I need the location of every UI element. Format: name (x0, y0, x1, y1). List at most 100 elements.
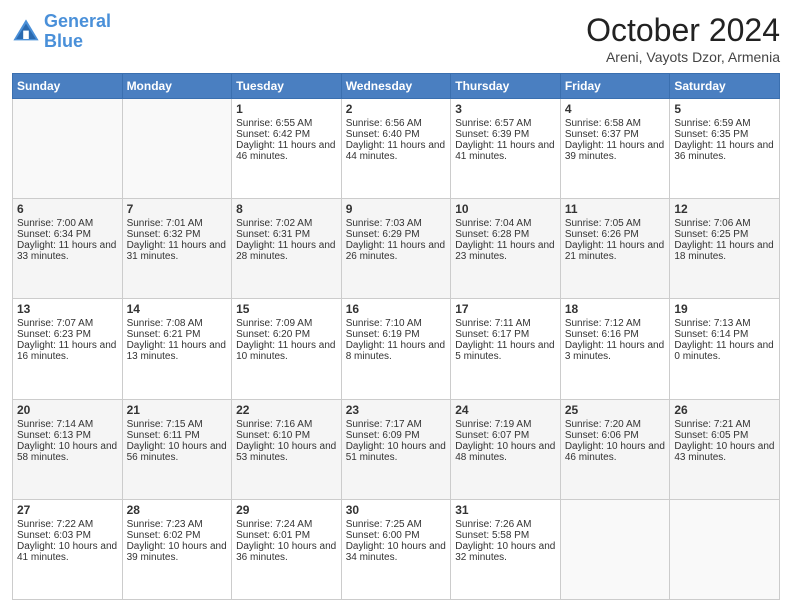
sunset-text: Sunset: 6:37 PM (565, 129, 666, 140)
sunset-text: Sunset: 6:21 PM (127, 329, 228, 340)
calendar-cell (670, 499, 780, 599)
day-number: 18 (565, 302, 666, 316)
day-header-monday: Monday (122, 74, 232, 99)
daylight-text: Daylight: 10 hours and 51 minutes. (346, 441, 447, 463)
calendar-cell: 9Sunrise: 7:03 AMSunset: 6:29 PMDaylight… (341, 199, 451, 299)
sunrise-text: Sunrise: 7:20 AM (565, 419, 666, 430)
day-header-tuesday: Tuesday (232, 74, 342, 99)
daylight-text: Daylight: 11 hours and 0 minutes. (674, 340, 775, 362)
day-number: 25 (565, 403, 666, 417)
calendar-cell: 6Sunrise: 7:00 AMSunset: 6:34 PMDaylight… (13, 199, 123, 299)
day-number: 6 (17, 202, 118, 216)
sunrise-text: Sunrise: 7:05 AM (565, 218, 666, 229)
daylight-text: Daylight: 10 hours and 39 minutes. (127, 541, 228, 563)
daylight-text: Daylight: 10 hours and 46 minutes. (565, 441, 666, 463)
sunset-text: Sunset: 6:05 PM (674, 430, 775, 441)
day-number: 3 (455, 102, 556, 116)
day-number: 24 (455, 403, 556, 417)
sunset-text: Sunset: 6:32 PM (127, 229, 228, 240)
calendar-week-1: 1Sunrise: 6:55 AMSunset: 6:42 PMDaylight… (13, 99, 780, 199)
sunset-text: Sunset: 6:14 PM (674, 329, 775, 340)
daylight-text: Daylight: 11 hours and 36 minutes. (674, 140, 775, 162)
calendar-cell: 13 Sunrise: 7:07 AMSunset: 6:23 PMDayligh… (13, 299, 123, 399)
calendar-cell: 10Sunrise: 7:04 AMSunset: 6:28 PMDayligh… (451, 199, 561, 299)
sunset-text: Sunset: 6:16 PM (565, 329, 666, 340)
day-number: 14 (127, 302, 228, 316)
calendar-cell: 21Sunrise: 7:15 AMSunset: 6:11 PMDayligh… (122, 399, 232, 499)
daylight-text: Daylight: 11 hours and 16 minutes. (17, 340, 118, 362)
day-number: 27 (17, 503, 118, 517)
daylight-text: Daylight: 10 hours and 36 minutes. (236, 541, 337, 563)
sunrise-text: Sunrise: 7:21 AM (674, 419, 775, 430)
calendar-cell: 26Sunrise: 7:21 AMSunset: 6:05 PMDayligh… (670, 399, 780, 499)
sunrise-text: Sunrise: 7:22 AM (17, 519, 118, 530)
logo-line1: General (44, 11, 111, 31)
day-number: 9 (346, 202, 447, 216)
daylight-text: Daylight: 11 hours and 26 minutes. (346, 240, 447, 262)
sunrise-text: Sunrise: 6:56 AM (346, 118, 447, 129)
day-header-sunday: Sunday (13, 74, 123, 99)
calendar-week-3: 13Sunrise: 7:07 AMSunset: 6:23 PMDayligh… (13, 299, 780, 399)
sunset-text: Sunset: 6:40 PM (346, 129, 447, 140)
logo: General Blue (12, 12, 111, 52)
sunrise-text: Sunrise: 6:59 AM (674, 118, 775, 129)
calendar-cell (122, 99, 232, 199)
sunrise-text: Sunrise: 7:17 AM (346, 419, 447, 430)
daylight-text: Daylight: 11 hours and 33 minutes. (17, 240, 118, 262)
day-number: 4 (565, 102, 666, 116)
sunset-text: Sunset: 6:42 PM (236, 129, 337, 140)
sunset-text: Sunset: 6:23 PM (17, 329, 118, 340)
day-number: 1 (236, 102, 337, 116)
sunrise-text: Sunrise: 7:06 AM (674, 218, 775, 229)
sunrise-text: Sunrise: 7:03 AM (346, 218, 447, 229)
sunrise-text: Sunrise: 7:08 AM (127, 318, 228, 329)
sunset-text: Sunset: 6:06 PM (565, 430, 666, 441)
sunrise-text: Sunrise: 7:16 AM (236, 419, 337, 430)
daylight-text: Daylight: 11 hours and 41 minutes. (455, 140, 556, 162)
calendar-header-row: SundayMondayTuesdayWednesdayThursdayFrid… (13, 74, 780, 99)
daylight-text: Daylight: 10 hours and 43 minutes. (674, 441, 775, 463)
day-number: 8 (236, 202, 337, 216)
daylight-text: Daylight: 11 hours and 39 minutes. (565, 140, 666, 162)
calendar-week-5: 27Sunrise: 7:22 AMSunset: 6:03 PMDayligh… (13, 499, 780, 599)
calendar-cell: 4Sunrise: 6:58 AMSunset: 6:37 PMDaylight… (560, 99, 670, 199)
sunrise-text: Sunrise: 7:25 AM (346, 519, 447, 530)
calendar-table: SundayMondayTuesdayWednesdayThursdayFrid… (12, 73, 780, 600)
sunrise-text: Sunrise: 7:04 AM (455, 218, 556, 229)
day-number: 13 (17, 302, 118, 316)
sunset-text: Sunset: 6:26 PM (565, 229, 666, 240)
calendar-cell: 15Sunrise: 7:09 AMSunset: 6:20 PMDayligh… (232, 299, 342, 399)
sunset-text: Sunset: 6:13 PM (17, 430, 118, 441)
day-number: 28 (127, 503, 228, 517)
daylight-text: Daylight: 11 hours and 28 minutes. (236, 240, 337, 262)
sunrise-text: Sunrise: 7:26 AM (455, 519, 556, 530)
calendar-cell: 12Sunrise: 7:06 AMSunset: 6:25 PMDayligh… (670, 199, 780, 299)
sunrise-text: Sunrise: 7:19 AM (455, 419, 556, 430)
daylight-text: Daylight: 11 hours and 23 minutes. (455, 240, 556, 262)
calendar-cell: 17Sunrise: 7:11 AMSunset: 6:17 PMDayligh… (451, 299, 561, 399)
daylight-text: Daylight: 11 hours and 31 minutes. (127, 240, 228, 262)
calendar-cell (560, 499, 670, 599)
calendar-cell: 7Sunrise: 7:01 AMSunset: 6:32 PMDaylight… (122, 199, 232, 299)
day-number: 7 (127, 202, 228, 216)
sunrise-text: Sunrise: 7:07 AM (17, 318, 118, 329)
sunset-text: Sunset: 6:02 PM (127, 530, 228, 541)
daylight-text: Daylight: 11 hours and 10 minutes. (236, 340, 337, 362)
day-number: 30 (346, 503, 447, 517)
sunset-text: Sunset: 6:09 PM (346, 430, 447, 441)
sunset-text: Sunset: 6:01 PM (236, 530, 337, 541)
calendar-cell: 23Sunrise: 7:17 AMSunset: 6:09 PMDayligh… (341, 399, 451, 499)
calendar-cell (13, 99, 123, 199)
day-header-thursday: Thursday (451, 74, 561, 99)
sunrise-text: Sunrise: 7:00 AM (17, 218, 118, 229)
calendar-cell: 29Sunrise: 7:24 AMSunset: 6:01 PMDayligh… (232, 499, 342, 599)
calendar-cell: 24Sunrise: 7:19 AMSunset: 6:07 PMDayligh… (451, 399, 561, 499)
sunset-text: Sunset: 6:07 PM (455, 430, 556, 441)
calendar-cell: 19Sunrise: 7:13 AMSunset: 6:14 PMDayligh… (670, 299, 780, 399)
calendar-body: 1Sunrise: 6:55 AMSunset: 6:42 PMDaylight… (13, 99, 780, 600)
calendar-cell: 27Sunrise: 7:22 AMSunset: 6:03 PMDayligh… (13, 499, 123, 599)
calendar-cell: 30Sunrise: 7:25 AMSunset: 6:00 PMDayligh… (341, 499, 451, 599)
calendar-cell: 25 Sunrise: 7:20 AMSunset: 6:06 PMDayligh… (560, 399, 670, 499)
sunrise-text: Sunrise: 7:10 AM (346, 318, 447, 329)
day-number: 2 (346, 102, 447, 116)
